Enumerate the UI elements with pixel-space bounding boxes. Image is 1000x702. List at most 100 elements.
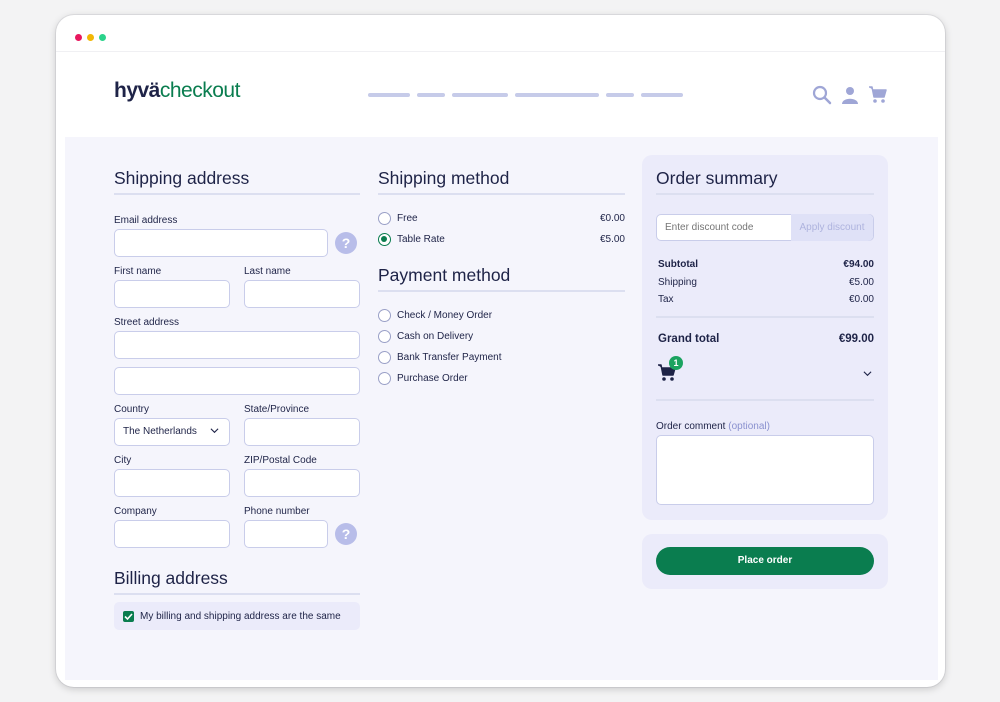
discount-input[interactable] — [657, 215, 791, 239]
help-icon[interactable]: ? — [335, 523, 357, 545]
phone-field[interactable] — [244, 520, 328, 548]
shipping-address-title: Shipping address — [114, 168, 250, 188]
radio-cod[interactable] — [378, 330, 391, 343]
logo[interactable]: hyvächeckout — [114, 79, 240, 103]
nav-item-6[interactable] — [641, 93, 683, 97]
apply-discount-button[interactable]: Apply discount — [791, 213, 873, 241]
maximize-dot[interactable] — [99, 34, 106, 41]
country-label: Country — [114, 404, 150, 415]
state-label: State/Province — [244, 404, 310, 415]
radio-free[interactable] — [378, 212, 391, 225]
street-field-1[interactable] — [114, 331, 360, 359]
divider — [378, 290, 625, 292]
nav-item-2[interactable] — [417, 93, 445, 97]
nav-item-1[interactable] — [368, 93, 410, 97]
city-label: City — [114, 455, 132, 466]
street-field-2[interactable] — [114, 367, 360, 395]
payment-method-title: Payment method — [378, 265, 511, 285]
last-name-field[interactable] — [244, 280, 360, 308]
tax-row: Tax €0.00 — [658, 294, 874, 305]
shipping-option-label: Free — [397, 213, 418, 224]
tax-label: Tax — [658, 294, 674, 305]
billing-same-label: My billing and shipping address are the … — [140, 611, 341, 622]
help-icon[interactable]: ? — [335, 232, 357, 254]
divider — [114, 593, 360, 595]
email-field[interactable] — [114, 229, 328, 257]
window-divider — [56, 51, 945, 52]
subtotal-label: Subtotal — [658, 259, 698, 270]
order-summary-card: Order summary Apply discount Subtotal €9… — [642, 155, 888, 520]
last-name-label: Last name — [244, 266, 291, 277]
email-label: Email address — [114, 215, 178, 226]
divider — [378, 193, 625, 195]
shipping-option-price: €0.00 — [599, 213, 625, 224]
street-label: Street address — [114, 317, 180, 328]
billing-address-title: Billing address — [114, 568, 228, 588]
order-summary-title: Order summary — [656, 168, 778, 188]
nav-item-4[interactable] — [515, 93, 599, 97]
place-order-button[interactable]: Place order — [656, 547, 874, 575]
radio-purchase-order[interactable] — [378, 372, 391, 385]
logo-hyva: hyvä — [114, 79, 160, 102]
billing-same-checkbox[interactable] — [123, 611, 134, 622]
first-name-field[interactable] — [114, 280, 230, 308]
payment-option-label: Bank Transfer Payment — [397, 352, 502, 363]
cart-icon[interactable] — [868, 85, 888, 105]
place-order-card: Place order — [642, 534, 888, 589]
payment-option-check[interactable]: Check / Money Order — [378, 309, 625, 323]
nav-item-3[interactable] — [452, 93, 508, 97]
radio-check[interactable] — [378, 309, 391, 322]
subtotal-value: €94.00 — [843, 259, 874, 270]
divider — [656, 316, 874, 318]
user-icon[interactable] — [840, 85, 860, 105]
order-comment-label-text: Order comment — [656, 421, 726, 432]
grand-total-value: €99.00 — [838, 333, 874, 345]
first-name-label: First name — [114, 266, 162, 277]
phone-label: Phone number — [244, 506, 310, 517]
order-comment-textarea[interactable] — [656, 435, 874, 505]
country-value: The Netherlands — [123, 426, 197, 437]
radio-bank-transfer[interactable] — [378, 351, 391, 364]
billing-same-row[interactable]: My billing and shipping address are the … — [114, 602, 360, 630]
company-label: Company — [114, 506, 157, 517]
minimize-dot[interactable] — [87, 34, 94, 41]
cart-count-badge: 1 — [669, 356, 683, 370]
nav-item-5[interactable] — [606, 93, 634, 97]
window-controls — [75, 34, 106, 41]
shipping-value: €5.00 — [848, 277, 874, 288]
shipping-label: Shipping — [658, 277, 697, 288]
chevron-down-icon — [210, 428, 219, 434]
shipping-row: Shipping €5.00 — [658, 277, 874, 288]
company-field[interactable] — [114, 520, 230, 548]
payment-option-cod[interactable]: Cash on Delivery — [378, 330, 625, 344]
discount-group: Apply discount — [656, 213, 874, 241]
shipping-option-table-rate[interactable]: Table Rate €5.00 — [378, 233, 625, 247]
search-icon[interactable] — [812, 85, 832, 105]
check-icon — [124, 613, 133, 621]
close-dot[interactable] — [75, 34, 82, 41]
subtotal-row: Subtotal €94.00 — [658, 259, 874, 270]
radio-table-rate[interactable] — [378, 233, 391, 246]
divider — [656, 399, 874, 401]
zip-label: ZIP/Postal Code — [244, 455, 317, 466]
order-comment-label: Order comment (optional) — [656, 421, 770, 432]
zip-field[interactable] — [244, 469, 360, 497]
city-field[interactable] — [114, 469, 230, 497]
payment-option-purchase-order[interactable]: Purchase Order — [378, 372, 625, 386]
divider — [656, 193, 874, 195]
payment-option-bank-transfer[interactable]: Bank Transfer Payment — [378, 351, 625, 365]
shipping-method-title: Shipping method — [378, 168, 510, 188]
divider — [114, 193, 360, 195]
grand-total-label: Grand total — [658, 333, 720, 345]
state-field[interactable] — [244, 418, 360, 446]
shipping-option-label: Table Rate — [397, 234, 445, 245]
tax-value: €0.00 — [848, 294, 874, 305]
order-comment-optional: (optional) — [728, 421, 770, 432]
browser-window: hyvächeckout Shipping address Email addr… — [56, 15, 945, 687]
payment-option-label: Cash on Delivery — [397, 331, 474, 342]
shipping-option-free[interactable]: Free €0.00 — [378, 212, 625, 226]
logo-checkout: checkout — [159, 79, 241, 102]
payment-option-label: Check / Money Order — [397, 310, 493, 321]
country-select[interactable]: The Netherlands — [114, 418, 230, 446]
cart-items-toggle[interactable]: 1 — [656, 355, 876, 385]
